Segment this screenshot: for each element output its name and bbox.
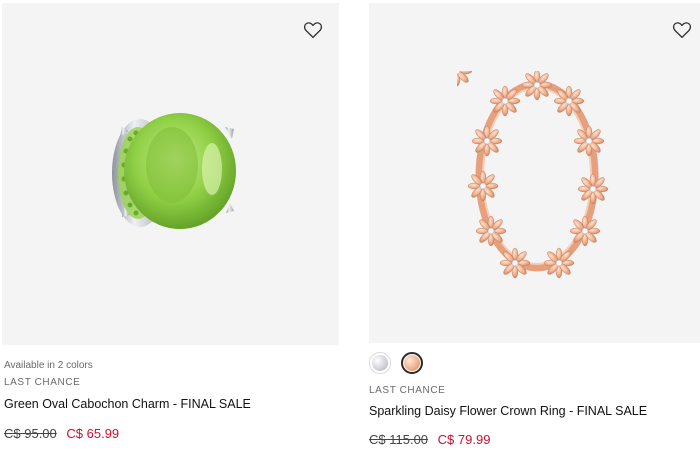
product-name-link[interactable]: Green Oval Cabochon Charm - FINAL SALE: [4, 397, 251, 411]
heart-icon[interactable]: [672, 21, 692, 39]
original-price: C$ 115.00: [369, 432, 429, 447]
original-price: C$ 95.00: [4, 426, 57, 441]
heart-icon[interactable]: [303, 21, 323, 39]
daisy-crown-ring-image: [457, 71, 609, 279]
product-name-link[interactable]: Sparkling Daisy Flower Crown Ring - FINA…: [369, 404, 647, 418]
last-chance-label: LAST CHANCE: [369, 385, 446, 396]
product-card-green-charm[interactable]: Available in 2 colors LAST CHANCE Green …: [0, 0, 342, 441]
price-block: C$ 115.00 C$ 79.99: [369, 432, 490, 447]
sale-price: C$ 65.99: [66, 426, 120, 441]
availability-text: Available in 2 colors: [4, 360, 93, 371]
swatch-rose-gold[interactable]: [401, 352, 423, 374]
sale-price: C$ 79.99: [437, 432, 491, 447]
last-chance-label: LAST CHANCE: [4, 377, 81, 388]
color-swatches: [369, 352, 423, 374]
product-card-daisy-ring[interactable]: LAST CHANCE Sparkling Daisy Flower Crown…: [369, 0, 700, 447]
price-block: C$ 95.00 C$ 65.99: [4, 426, 119, 441]
product-image-container[interactable]: [369, 3, 700, 343]
swatch-silver[interactable]: [369, 352, 391, 374]
green-oval-charm-image: [112, 113, 236, 229]
product-image-container[interactable]: [2, 3, 339, 345]
